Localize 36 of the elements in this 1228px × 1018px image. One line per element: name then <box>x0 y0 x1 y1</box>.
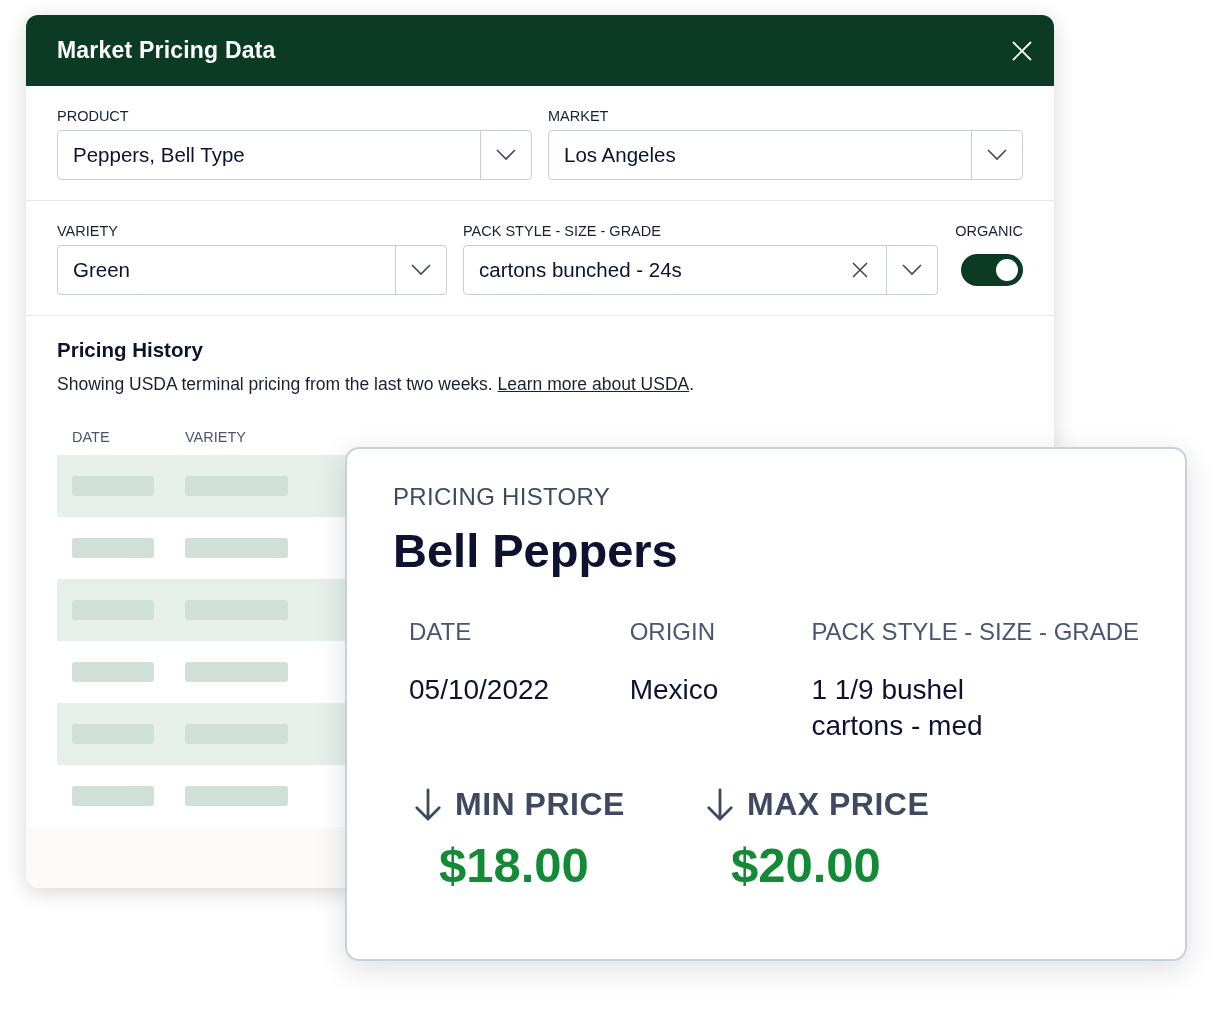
detail-label: PACK STYLE - SIZE - GRADE <box>811 618 1139 646</box>
learn-more-link[interactable]: Learn more about USDA <box>497 374 690 394</box>
detail-label: DATE <box>409 618 473 646</box>
dropdown-field[interactable]: cartons bunched - 24s <box>463 245 938 295</box>
column-header: VARIETY <box>185 429 246 445</box>
price-label: MIN PRICE <box>455 786 625 823</box>
chevron-down-icon <box>902 264 922 276</box>
section-title: Pricing History <box>57 338 204 362</box>
modal-title: Market Pricing Data <box>57 37 276 64</box>
field-label: PRODUCT <box>57 108 130 124</box>
field-label: VARIETY <box>57 223 119 239</box>
column-header: DATE <box>72 429 111 445</box>
arrow-down-icon <box>413 787 443 822</box>
chevron-down-icon <box>496 149 516 161</box>
section-description: Showing USDA terminal pricing from the last two weeks. Learn more about USDA. <box>57 374 696 395</box>
field-label: PACK STYLE - SIZE - GRADE <box>463 223 662 239</box>
detail-value: 05/10/2022 <box>409 673 551 707</box>
chevron-down-icon <box>411 264 431 276</box>
price-value: $20.00 <box>730 837 882 893</box>
dropdown-field[interactable]: Green <box>57 245 447 295</box>
close-icon[interactable] <box>1012 40 1032 61</box>
field-label: MARKET <box>548 108 610 124</box>
detail-value: Mexico <box>629 673 720 707</box>
card-eyebrow: PRICING HISTORY <box>393 483 611 511</box>
price-label: MAX PRICE <box>747 786 930 823</box>
price-value: $18.00 <box>438 837 590 893</box>
card-title: Bell Peppers <box>393 523 679 578</box>
dropdown-field[interactable]: Los Angeles <box>548 130 1023 180</box>
clear-icon[interactable] <box>852 262 868 278</box>
arrow-down-icon <box>705 787 735 822</box>
detail-label: ORIGIN <box>629 618 716 646</box>
chevron-down-icon <box>987 149 1007 161</box>
toggle-switch[interactable] <box>961 254 1023 286</box>
detail-value: 1 1/9 bushel cartons - med <box>811 673 984 743</box>
field-label: ORGANIC <box>955 223 1023 239</box>
dropdown-field[interactable]: Peppers, Bell Type <box>57 130 532 180</box>
